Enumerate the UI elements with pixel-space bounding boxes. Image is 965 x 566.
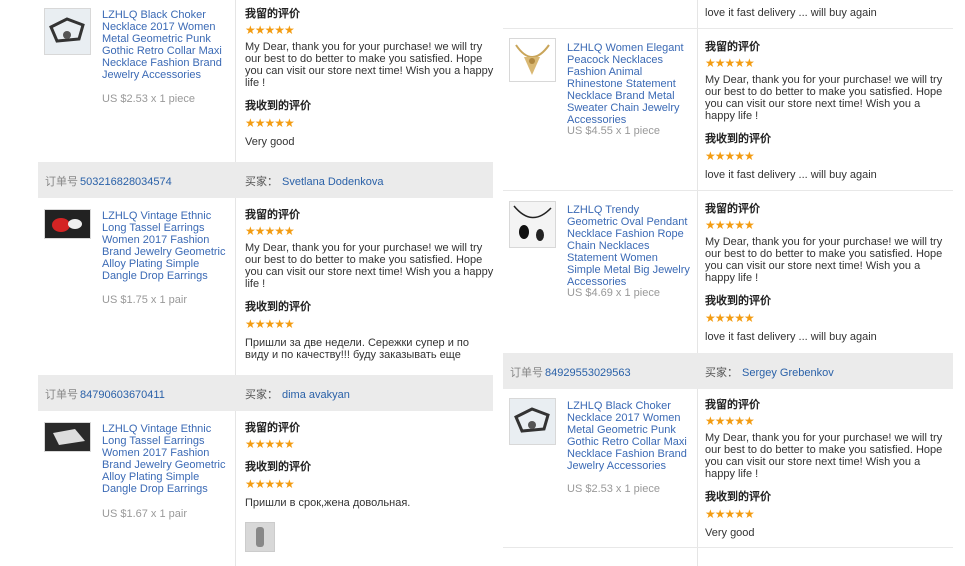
buyer-info: 买家： dima avakyan [245, 389, 350, 401]
product-price: US $1.67 x 1 pair [102, 508, 187, 520]
product-thumbnail-earrings[interactable] [44, 422, 91, 452]
received-feedback-text: Very good [705, 527, 755, 539]
star-icon: ★★★★★ [705, 56, 755, 70]
received-feedback-text: Пришли за две недели. Сережки супер и по… [245, 337, 470, 361]
star-icon: ★★★★★ [705, 507, 755, 521]
seller-feedback: 我留的评价 ★★★★★ My Dear, thank you for your … [245, 209, 495, 361]
seller-feedback-text: My Dear, thank you for your purchase! we… [705, 432, 943, 480]
product-thumbnail-choker[interactable] [509, 398, 556, 445]
received-feedback-text: love it fast delivery ... will buy again [705, 7, 877, 19]
star-icon: ★★★★★ [705, 414, 755, 428]
star-icon: ★★★★★ [245, 437, 295, 451]
column-divider [235, 0, 236, 566]
buyer-info: 买家： Svetlana Dodenkova [245, 176, 384, 188]
received-feedback-text: Very good [245, 136, 295, 148]
received-feedback-text: Пришли в срок,жена довольная. [245, 497, 411, 509]
star-icon: ★★★★★ [245, 23, 295, 37]
buyer-name-link[interactable]: Sergey Grebenkov [742, 367, 834, 379]
seller-feedback-heading: 我留的评价 [705, 41, 760, 53]
seller-feedback: 我留的评价 ★★★★★ 我收到的评价 ★★★★★ Пришли в срок,ж… [245, 422, 495, 509]
order-number-label: 订单号 503216828034574 [45, 176, 172, 188]
seller-feedback-heading: 我留的评价 [245, 422, 300, 434]
choker-image-icon [45, 9, 90, 54]
choker-image-icon [510, 399, 555, 444]
product-thumbnail-choker[interactable] [44, 8, 91, 55]
product-link[interactable]: LZHLQ Vintage Ethnic Long Tassel Earring… [102, 210, 227, 282]
seller-feedback-heading: 我留的评价 [705, 203, 760, 215]
seller-feedback-text: My Dear, thank you for your purchase! we… [245, 41, 494, 89]
star-icon: ★★★★★ [245, 477, 295, 491]
product-link[interactable]: LZHLQ Black Choker Necklace 2017 Women M… [102, 9, 227, 81]
received-feedback-heading: 我收到的评价 [705, 133, 771, 145]
order-header: 订单号 84790603670411 买家： dima avakyan [38, 375, 493, 411]
star-icon: ★★★★★ [705, 311, 755, 325]
earrings-image-icon [45, 423, 90, 451]
received-feedback-heading: 我收到的评价 [245, 301, 311, 313]
product-link[interactable]: LZHLQ Black Choker Necklace 2017 Women M… [567, 400, 692, 472]
order-number-link[interactable]: 503216828034574 [80, 176, 172, 188]
product-thumbnail-peacock[interactable] [509, 38, 556, 82]
seller-feedback-heading: 我留的评价 [245, 209, 300, 221]
seller-feedback-text: My Dear, thank you for your purchase! we… [245, 242, 494, 290]
left-feedback-column: LZHLQ Black Choker Necklace 2017 Women M… [38, 0, 493, 566]
star-icon: ★★★★★ [245, 116, 295, 130]
seller-feedback-text: My Dear, thank you for your purchase! we… [705, 74, 943, 122]
product-price: US $2.53 x 1 piece [102, 93, 195, 105]
peacock-necklace-image-icon [510, 39, 555, 81]
right-feedback-column: love it fast delivery ... will buy again… [503, 0, 953, 566]
row-divider [503, 547, 953, 548]
photo-icon [246, 523, 274, 551]
star-icon: ★★★★★ [245, 224, 295, 238]
order-number-link[interactable]: 84929553029563 [545, 367, 631, 379]
buyer-info: 买家： Sergey Grebenkov [705, 367, 834, 379]
buyer-photo-thumbnail[interactable] [245, 522, 275, 552]
received-feedback-heading: 我收到的评价 [705, 295, 771, 307]
seller-feedback: 我留的评价 ★★★★★ My Dear, thank you for your … [705, 41, 947, 181]
pendant-necklace-image-icon [510, 202, 555, 247]
received-feedback-heading: 我收到的评价 [245, 461, 311, 473]
seller-feedback: 我留的评价 ★★★★★ My Dear, thank you for your … [705, 203, 947, 343]
order-header: 订单号 503216828034574 买家： Svetlana Dodenkova [38, 162, 493, 198]
seller-feedback-heading: 我留的评价 [245, 8, 300, 20]
earrings-image-icon [45, 210, 90, 238]
column-divider [697, 0, 698, 566]
buyer-name-link[interactable]: dima avakyan [282, 389, 350, 401]
product-thumbnail-earrings[interactable] [44, 209, 91, 239]
order-number-label: 订单号 84929553029563 [510, 367, 631, 379]
row-divider [503, 190, 953, 191]
product-link[interactable]: LZHLQ Vintage Ethnic Long Tassel Earring… [102, 423, 227, 495]
star-icon: ★★★★★ [245, 317, 295, 331]
order-header: 订单号 84929553029563 买家： Sergey Grebenkov [503, 353, 953, 389]
star-icon: ★★★★★ [705, 149, 755, 163]
received-feedback-text: love it fast delivery ... will buy again [705, 331, 877, 343]
product-price: US $1.75 x 1 pair [102, 294, 187, 306]
product-price: US $2.53 x 1 piece [567, 483, 660, 495]
product-link[interactable]: LZHLQ Women Elegant Peacock Necklaces Fa… [567, 42, 692, 126]
product-price: US $4.69 x 1 piece [567, 287, 660, 299]
row-divider [503, 28, 953, 29]
product-price: US $4.55 x 1 piece [567, 125, 660, 137]
seller-feedback: 我留的评价 ★★★★★ My Dear, thank you for your … [705, 399, 947, 539]
received-feedback-heading: 我收到的评价 [705, 491, 771, 503]
seller-feedback: 我留的评价 ★★★★★ My Dear, thank you for your … [245, 8, 495, 148]
star-icon: ★★★★★ [705, 218, 755, 232]
order-number-label: 订单号 84790603670411 [45, 389, 165, 401]
received-feedback-heading: 我收到的评价 [245, 100, 311, 112]
order-number-link[interactable]: 84790603670411 [80, 389, 165, 401]
buyer-name-link[interactable]: Svetlana Dodenkova [282, 176, 384, 188]
seller-feedback-heading: 我留的评价 [705, 399, 760, 411]
received-feedback-text: love it fast delivery ... will buy again [705, 169, 877, 181]
seller-feedback-text: My Dear, thank you for your purchase! we… [705, 236, 943, 284]
product-link[interactable]: LZHLQ Trendy Geometric Oval Pendant Neck… [567, 204, 692, 288]
product-thumbnail-pendant[interactable] [509, 201, 556, 248]
